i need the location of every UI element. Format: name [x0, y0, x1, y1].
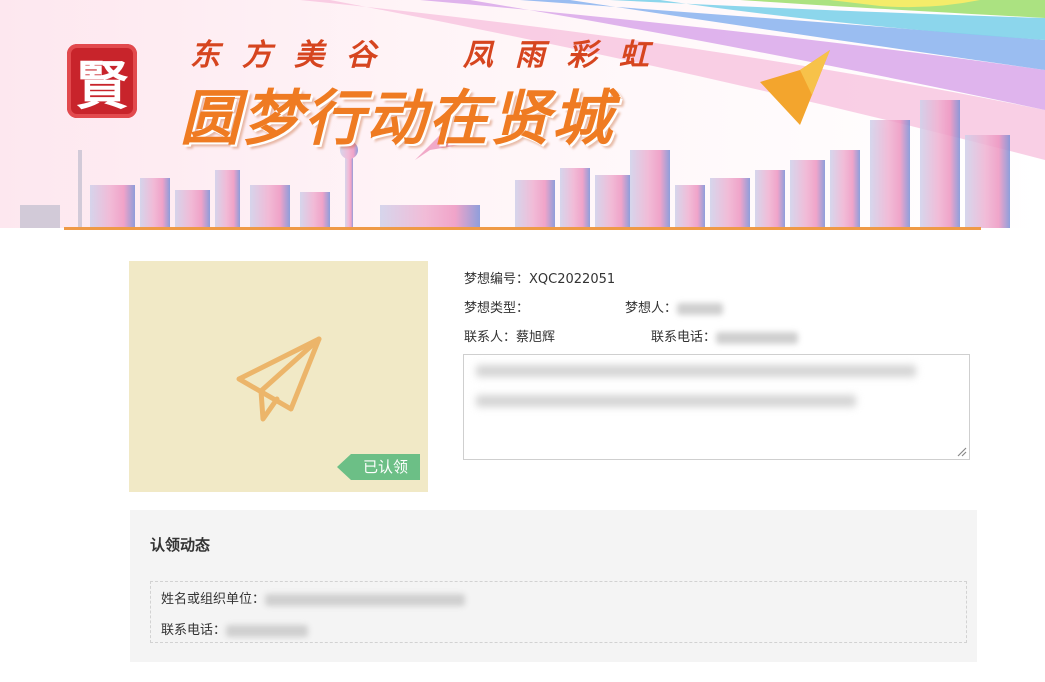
claimant-name-row: 姓名或组织单位： — [161, 588, 466, 607]
seal-logo: 賢 — [67, 44, 137, 118]
claim-activity-panel: 认领动态 姓名或组织单位： 联系电话： — [130, 510, 977, 662]
description-text-redacted — [476, 395, 856, 407]
dreamer-label: 梦想人： — [625, 301, 678, 316]
dream-thumbnail: 已认领 — [129, 261, 428, 492]
contact-phone-redacted — [716, 331, 799, 344]
claimant-name-redacted — [265, 593, 466, 606]
banner-subtitle: 东方美谷 凤雨彩虹 — [190, 38, 671, 73]
resize-grip-icon[interactable] — [955, 445, 967, 457]
dreamer-value-redacted — [677, 302, 724, 315]
claimant-phone-redacted — [226, 624, 309, 637]
description-text-redacted — [476, 365, 916, 377]
header-banner: 賢 东方美谷 凤雨彩虹 圆梦行动在贤城 — [0, 0, 1045, 228]
paper-plane-icon — [236, 336, 322, 422]
contact-row: 联系人：蔡旭辉 — [464, 326, 555, 345]
dream-id-label: 梦想编号： — [464, 272, 530, 287]
claimant-phone-row: 联系电话： — [161, 619, 309, 638]
claimant-phone-label: 联系电话： — [161, 623, 227, 638]
dreamer-row: 梦想人： — [625, 297, 724, 316]
contact-phone-label: 联系电话： — [651, 330, 717, 345]
banner-divider — [64, 227, 981, 230]
claimed-status-tag: 已认领 — [336, 454, 420, 480]
claimant-name-label: 姓名或组织单位： — [161, 592, 266, 607]
dream-type-label: 梦想类型： — [464, 301, 530, 316]
claim-entry: 姓名或组织单位： 联系电话： — [150, 581, 967, 643]
banner-title: 圆梦行动在贤城 — [180, 84, 614, 154]
contact-phone-row: 联系电话： — [651, 326, 799, 345]
dream-id-value: XQC2022051 — [529, 272, 616, 287]
dream-description-textarea[interactable] — [463, 354, 970, 460]
dream-id-row: 梦想编号：XQC2022051 — [464, 268, 615, 287]
dream-type-row: 梦想类型： — [464, 297, 529, 316]
contact-label: 联系人： — [464, 330, 517, 345]
claim-activity-title: 认领动态 — [150, 536, 211, 554]
contact-value: 蔡旭辉 — [516, 330, 556, 345]
